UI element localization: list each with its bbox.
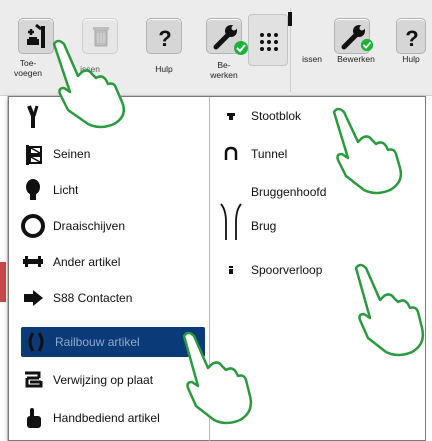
bracket-icon: [21, 328, 49, 356]
svg-text:?: ?: [405, 26, 418, 51]
toolbar: Toe- voegen issen ? Hulp Be- werken isse…: [0, 0, 432, 96]
right-edge: [426, 96, 432, 441]
bridge-icon: [217, 203, 245, 240]
add-menu: Seinen Licht Draaischijven Ander artikel…: [8, 96, 426, 441]
add-button[interactable]: [18, 18, 54, 54]
menu-item-brug[interactable]: Brug: [217, 203, 417, 241]
bulb-icon: [19, 176, 47, 204]
delete-label: issen: [80, 64, 100, 74]
menu-item-railbouw[interactable]: Railbouw artikel: [21, 327, 205, 357]
menu-item-stootblok[interactable]: Stootblok: [217, 101, 417, 131]
track-end-icon: [217, 256, 245, 284]
delete-button[interactable]: [82, 18, 118, 54]
menu-item-draaischijven[interactable]: Draaischijven: [19, 211, 205, 241]
menu-item-licht[interactable]: Licht: [19, 175, 205, 205]
grid-icon: [260, 33, 278, 51]
right-delete-label: issen: [302, 54, 322, 64]
menu-item-tunnel[interactable]: Tunnel: [217, 139, 417, 169]
buffer-stop-icon: [217, 102, 245, 130]
add-track-icon: [27, 23, 45, 48]
trash-icon: [93, 27, 109, 47]
menu-item-verwijzing[interactable]: Verwijzing op plaat: [19, 365, 205, 395]
hand-pointer-icon: [19, 404, 47, 432]
menu-item-ander[interactable]: Ander artikel: [19, 247, 205, 277]
right-edit-label: Bewerken: [337, 54, 375, 64]
wissel-icon: [19, 102, 47, 130]
help-button[interactable]: ?: [146, 18, 182, 54]
arrow-icon: [19, 284, 47, 312]
menu-item-handbediend[interactable]: Handbediend artikel: [19, 403, 205, 433]
right-help-label: Hulp: [402, 54, 420, 64]
crane-icon: [19, 248, 47, 276]
help-label: Hulp: [155, 64, 173, 74]
toolbar-marker: [288, 12, 292, 26]
menu-item-bruggenhoofd[interactable]: Bruggenhoofd: [217, 177, 417, 207]
tunnel-icon: [217, 140, 245, 168]
wrench-icon: [341, 25, 365, 50]
question-icon: ?: [158, 26, 171, 51]
edit-label: Be- werken: [210, 60, 238, 80]
menu-divider: [209, 97, 210, 441]
menu-item-spoorverloop[interactable]: Spoorverloop: [217, 255, 417, 285]
menu-item-wissels[interactable]: [19, 101, 205, 131]
grid-button[interactable]: [248, 14, 288, 66]
question-icon: ?: [405, 26, 418, 51]
add-label: Toe- voegen: [14, 58, 42, 78]
right-edit-button[interactable]: [334, 18, 370, 54]
wrench-icon: [213, 25, 237, 50]
link-icon: [19, 366, 47, 394]
menu-item-seinen[interactable]: Seinen: [19, 139, 205, 169]
edit-button[interactable]: [206, 18, 242, 54]
signal-icon: [19, 140, 47, 168]
layout-fragment: [0, 262, 6, 302]
turntable-icon: [19, 212, 47, 240]
right-help-button[interactable]: ?: [396, 18, 426, 54]
svg-text:?: ?: [158, 26, 171, 51]
menu-item-s88[interactable]: S88 Contacten: [19, 283, 205, 313]
